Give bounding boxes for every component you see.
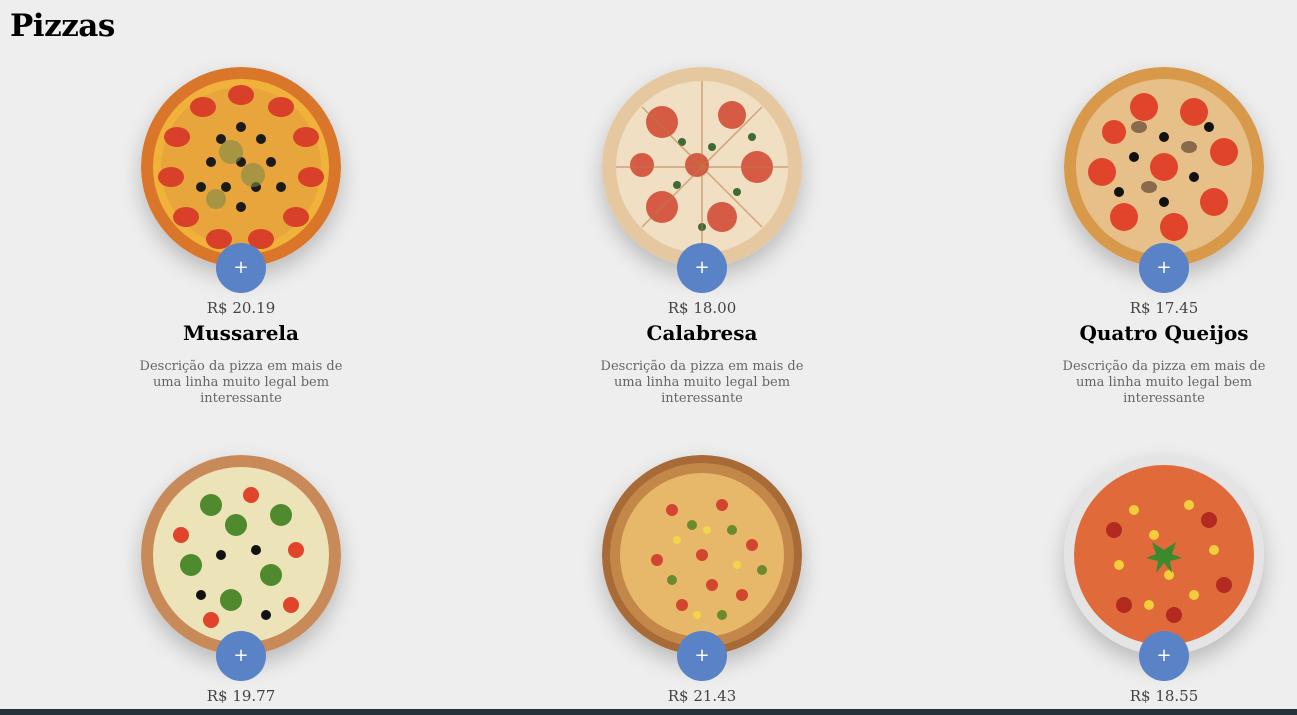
- pizza-menu-page: Pizzas + R$ 20.19 Mussarela Descrição da…: [0, 0, 1297, 715]
- bottom-bar: [0, 709, 1297, 715]
- pizza-price: R$ 18.55: [1129, 687, 1199, 705]
- pizza-name: Quatro Queijos: [1079, 321, 1249, 345]
- pizza-image: [1064, 455, 1264, 655]
- section-title: Pizzas: [10, 8, 115, 44]
- pizza-description: Descrição da pizza em mais de uma linha …: [139, 359, 343, 406]
- pizza-description: Descrição da pizza em mais de uma linha …: [1062, 359, 1266, 406]
- pizza-price: R$ 19.77: [206, 687, 276, 705]
- pizza-image: [141, 455, 341, 655]
- pizza-price: R$ 21.43: [667, 687, 737, 705]
- pizza-price: R$ 17.45: [1129, 299, 1199, 317]
- pizza-image: [602, 67, 802, 267]
- add-to-cart-button[interactable]: +: [216, 631, 266, 681]
- pizza-name: Mussarela: [183, 321, 299, 345]
- pizza-name: Calabresa: [646, 321, 758, 345]
- pizza-image: [1064, 67, 1264, 267]
- pizza-price: R$ 18.00: [667, 299, 737, 317]
- add-to-cart-button[interactable]: +: [1139, 243, 1189, 293]
- pizza-image: [602, 455, 802, 655]
- pizza-price: R$ 20.19: [206, 299, 276, 317]
- add-to-cart-button[interactable]: +: [677, 631, 727, 681]
- pizza-description: Descrição da pizza em mais de uma linha …: [600, 359, 804, 406]
- add-to-cart-button[interactable]: +: [216, 243, 266, 293]
- pizza-image: [141, 67, 341, 267]
- add-to-cart-button[interactable]: +: [677, 243, 727, 293]
- add-to-cart-button[interactable]: +: [1139, 631, 1189, 681]
